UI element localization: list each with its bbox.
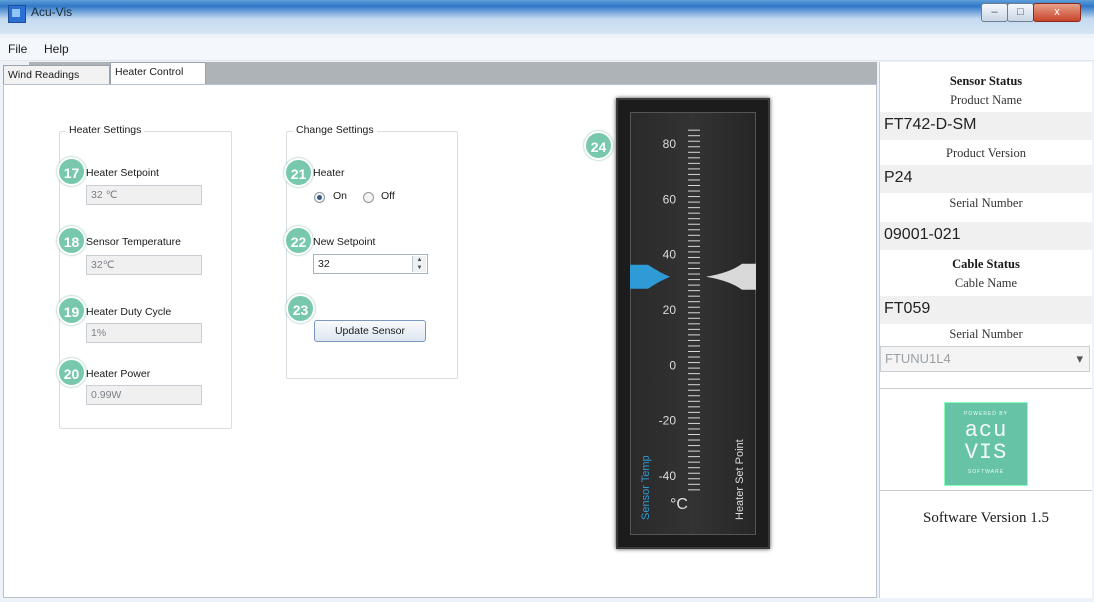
menu-help[interactable]: Help	[44, 42, 69, 56]
heater-set-point-axis-label: Heater Set Point	[734, 439, 746, 520]
update-sensor-button[interactable]: Update Sensor	[314, 320, 426, 342]
gauge-tick-label: -40	[659, 469, 677, 483]
heater-duty-cycle-value: 1%	[86, 323, 202, 343]
callout-badge: 21	[284, 158, 313, 187]
close-icon: x	[1054, 6, 1060, 18]
cable-serial-label: Serial Number	[949, 327, 1023, 341]
stepper-down-icon[interactable]: ▼	[413, 264, 426, 272]
heater-off-label: Off	[381, 190, 395, 202]
window-title: Acu-Vis	[31, 5, 73, 19]
gauge-tick-label: 20	[663, 303, 677, 317]
logo-vis: VIS	[964, 440, 1008, 465]
heater-set-point-pointer	[706, 263, 756, 290]
close-button[interactable]: x	[1033, 3, 1081, 22]
product-version-value: P24	[880, 165, 1092, 193]
heater-off-radio[interactable]	[363, 192, 374, 203]
minimize-icon: –	[991, 6, 998, 18]
change-settings-title: Change Settings	[293, 124, 377, 136]
acu-vis-logo: POWERED BY acu VIS SOFTWARE	[944, 402, 1028, 486]
logo-acu: acu	[964, 418, 1008, 443]
serial-number-value: 09001-021	[880, 222, 1092, 250]
serial-number-label: Serial Number	[949, 196, 1023, 210]
menu-file[interactable]: File	[8, 42, 27, 56]
divider	[880, 490, 1092, 491]
product-name-label: Product Name	[950, 93, 1022, 107]
logo-powered-by: POWERED BY	[964, 411, 1008, 417]
heater-on-label: On	[333, 190, 348, 202]
gauge-tick-label: 0	[669, 358, 676, 372]
product-version-label: Product Version	[946, 146, 1026, 160]
sensor-temperature-label: Sensor Temperature	[86, 236, 181, 248]
sensor-status-heading: Sensor Status	[949, 74, 1023, 88]
heater-duty-cycle-label: Heater Duty Cycle	[86, 306, 172, 318]
cable-serial-select[interactable]: FTUNU1L4 ▾	[880, 346, 1090, 372]
new-setpoint-stepper[interactable]: 32 ▲ ▼	[313, 254, 428, 274]
sensor-temperature-value: 32℃	[86, 255, 202, 275]
cable-status-heading: Cable Status	[952, 257, 1020, 271]
heater-settings-title: Heater Settings	[66, 124, 145, 136]
tab-wind-readings[interactable]: Wind Readings	[3, 65, 110, 85]
callout-badge: 24	[584, 131, 613, 160]
gauge-tick-label: 80	[663, 137, 677, 151]
cable-name-label: Cable Name	[954, 276, 1018, 290]
minimize-button[interactable]: –	[981, 3, 1008, 22]
new-setpoint-value: 32	[318, 258, 330, 270]
cable-serial-value: FTUNU1L4	[885, 351, 951, 366]
title-bar	[0, 0, 1094, 34]
stepper-buttons[interactable]: ▲ ▼	[412, 256, 426, 272]
product-name-value: FT742-D-SM	[880, 112, 1092, 140]
heater-label: Heater	[313, 167, 345, 179]
heater-on-radio[interactable]	[314, 192, 325, 203]
app-icon	[8, 5, 26, 23]
gauge-unit: °C	[670, 496, 688, 513]
gauge-tick-label: -20	[659, 414, 677, 428]
window-controls: – □ x	[981, 3, 1087, 23]
gauge-tick-label: 40	[663, 248, 677, 262]
chevron-down-icon[interactable]: ▾	[1076, 351, 1083, 367]
heater-power-label: Heater Power	[86, 368, 151, 380]
callout-badge: 20	[57, 358, 86, 387]
status-panel: Sensor Status Product Name FT742-D-SM Pr…	[879, 62, 1092, 598]
callout-badge: 17	[57, 157, 86, 186]
gauge-tick-label: 60	[663, 192, 677, 206]
cable-name-value: FT059	[880, 296, 1092, 324]
software-version: Software Version 1.5	[923, 510, 1049, 526]
callout-badge: 19	[57, 296, 86, 325]
maximize-icon: □	[1017, 6, 1024, 18]
new-setpoint-label: New Setpoint	[313, 236, 376, 248]
divider	[880, 388, 1092, 389]
callout-badge: 18	[57, 226, 86, 255]
sensor-temp-pointer	[630, 264, 670, 289]
callout-badge: 22	[284, 226, 313, 255]
heater-power-value: 0.99W	[86, 385, 202, 405]
callout-badge: 23	[286, 294, 315, 323]
heater-setpoint-label: Heater Setpoint	[86, 167, 159, 179]
logo-software: SOFTWARE	[967, 469, 1005, 475]
stepper-up-icon[interactable]: ▲	[413, 256, 426, 264]
heater-setpoint-value: 32 ℃	[86, 185, 202, 205]
menu-bar: File Help	[0, 38, 1094, 61]
maximize-button[interactable]: □	[1007, 3, 1034, 22]
sensor-temp-axis-label: Sensor Temp	[640, 455, 652, 520]
tab-heater-control[interactable]: Heater Control	[110, 62, 206, 85]
